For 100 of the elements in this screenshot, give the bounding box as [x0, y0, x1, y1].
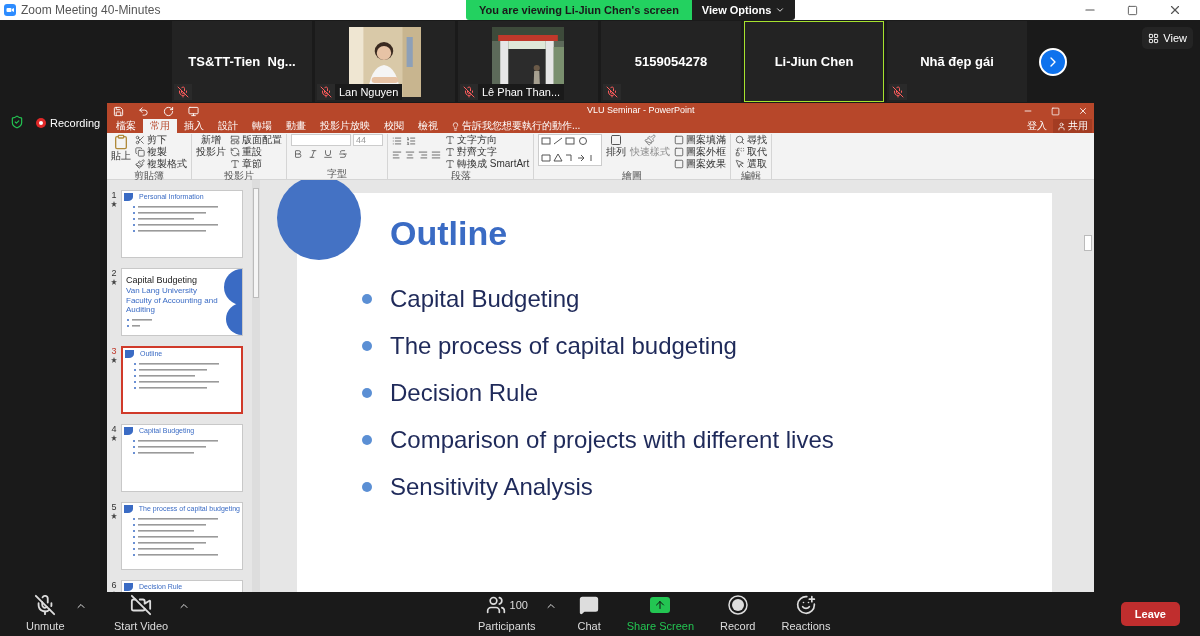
ribbon-button[interactable]: 複製 [135, 146, 187, 158]
view-button[interactable]: View [1142, 27, 1193, 49]
group-label: 編輯 [740, 170, 763, 181]
ribbon-button[interactable]: 對齊文字 [445, 146, 530, 158]
viewing-banner: You are viewing Li-Jiun Chen's screen [466, 0, 692, 20]
ribbon-button[interactable]: 圖案外框 [674, 146, 727, 158]
reset-icon [230, 147, 240, 157]
section-icon [230, 159, 240, 169]
window-title: VLU Seminar - PowerPoint [587, 104, 695, 118]
group-label: 繪圖 [621, 170, 644, 181]
justify-icon [431, 150, 441, 160]
bullet-icon [362, 293, 372, 304]
toolbar-button[interactable]: 100 Participants [472, 593, 542, 635]
slide-title: Outline [390, 213, 509, 253]
view-options-button[interactable]: View Options [691, 0, 796, 20]
slide-thumbnail[interactable]: Capital Budgeting Van Lang University Faculty of Accounting and Auditing [121, 268, 243, 336]
leave-button[interactable]: Leave [1120, 602, 1180, 626]
save-icon[interactable] [113, 105, 124, 117]
toolbar-button[interactable]: Start Video [108, 593, 175, 635]
text-icon [445, 135, 455, 145]
slide-number: 4 [111, 424, 117, 434]
ribbon-tab[interactable]: 檢視 [411, 119, 445, 133]
star-icon [111, 201, 117, 207]
slide-number: 3 [111, 346, 117, 356]
ribbon-button[interactable]: 版面配置 [230, 134, 282, 146]
bullet-text: Decision Rule [390, 377, 539, 408]
toolbar-button[interactable]: Reactions [775, 593, 837, 635]
toolbar-button[interactable]: Unmute [20, 593, 71, 635]
toolbar-button[interactable]: Chat [571, 593, 607, 635]
tell-me-field[interactable]: 告訴我您想要執行的動作... [462, 119, 581, 133]
star-icon [111, 279, 117, 285]
ribbon-tab[interactable]: 檔案 [109, 119, 143, 133]
person-icon [1057, 121, 1066, 131]
text-icon [445, 147, 455, 157]
participants-icon [485, 594, 506, 615]
ribbon-button[interactable]: 尋找 [735, 134, 768, 146]
sign-in-link[interactable]: 登入 [1027, 119, 1047, 133]
undo-icon[interactable] [138, 105, 149, 117]
ribbon-tab[interactable]: 校閱 [377, 119, 411, 133]
arrange-button[interactable]: 排列 [606, 134, 627, 158]
ribbon-tab[interactable]: 轉場 [245, 119, 279, 133]
toolbar-button[interactable]: Share Screen [620, 593, 700, 635]
slide-number: 5 [111, 502, 117, 512]
star-icon [111, 435, 117, 441]
ribbon-tab[interactable]: 動畫 [279, 119, 313, 133]
font-name-field[interactable] [291, 134, 351, 146]
new-slide-button[interactable]: 新增 投影片 [196, 134, 226, 158]
video-off-icon [130, 593, 153, 616]
paste-button[interactable]: 貼上 [111, 134, 131, 162]
shield-icon [10, 115, 24, 129]
corner-shape-icon [124, 193, 133, 201]
mic-off-icon [34, 593, 57, 616]
thumbnail-title: Capital Budgeting [126, 275, 199, 285]
scissors-icon [135, 135, 145, 145]
close-icon[interactable] [1168, 3, 1182, 17]
close-icon[interactable] [1078, 106, 1088, 116]
ribbon-tab[interactable]: 插入 [177, 119, 211, 133]
participant-name: Li-Jiun Chen [774, 52, 854, 71]
restore-icon[interactable] [1127, 4, 1138, 16]
bullet-icon [362, 481, 372, 492]
slide-number: 1 [111, 190, 117, 200]
ribbon-button[interactable]: 轉換成 SmartArt [445, 158, 530, 170]
shapes-gallery-icon[interactable] [538, 134, 603, 166]
ribbon-tab[interactable]: 常用 [143, 119, 177, 133]
participant-count: 100 [509, 597, 528, 613]
scrollbar[interactable] [252, 180, 260, 592]
grid-icon [1148, 32, 1160, 44]
participant-name: Lê Phan Than... [478, 84, 565, 100]
text-icon [445, 159, 455, 169]
bullet-icon [362, 387, 372, 398]
ribbon-button[interactable]: 剪下 [135, 134, 187, 146]
ribbon-button[interactable]: 重設 [230, 146, 282, 158]
ribbon-button[interactable]: 選取 [735, 158, 768, 170]
ribbon-button[interactable]: 圖案填滿 [674, 134, 727, 146]
paintbrush-icon [135, 159, 145, 169]
caret-icon [775, 5, 786, 15]
ribbon-button[interactable]: 取代 [735, 146, 768, 158]
align-left-icon [392, 150, 402, 160]
numbered-list-icon [406, 136, 416, 146]
align-right-icon [418, 150, 428, 160]
circles-drawing [224, 269, 242, 335]
shape-icon [674, 147, 685, 157]
bullet-list-icon [392, 136, 402, 146]
bullet-text: Capital Budgeting [390, 283, 580, 314]
ribbon-tab[interactable]: 投影片放映 [313, 119, 377, 133]
toolbar-button[interactable]: Record [714, 593, 762, 635]
share-button[interactable]: 共用 [1053, 119, 1092, 133]
ribbon-button[interactable]: 章節 [230, 158, 282, 170]
ribbon-button[interactable]: 複製格式 [135, 158, 187, 170]
slideshow-icon[interactable] [188, 105, 199, 117]
ribbon-tab[interactable]: 設計 [211, 119, 245, 133]
ribbon-button[interactable]: 文字方向 [445, 134, 530, 146]
ribbon-button[interactable]: 圖案效果 [674, 158, 727, 170]
redo-icon[interactable] [163, 105, 174, 117]
group-label: 字型 [326, 168, 348, 179]
star-icon [111, 357, 117, 363]
group-label: 剪貼簿 [133, 170, 165, 181]
corner-shape-icon [124, 583, 133, 591]
pointer-icon [735, 159, 746, 169]
next-page-button[interactable] [1039, 47, 1067, 76]
